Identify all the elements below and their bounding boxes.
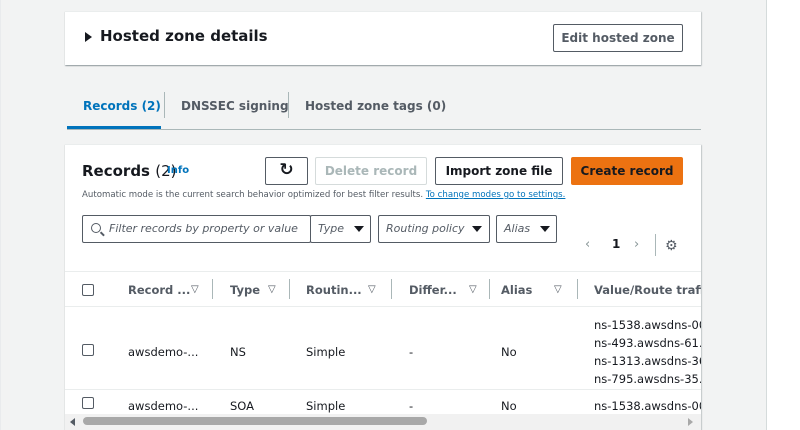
tab-dnssec-signing[interactable]: DNSSEC signing	[181, 88, 289, 128]
value-cell-line: ns-1313.awsdns-36.	[594, 354, 701, 368]
tab-records[interactable]: Records (2)	[83, 88, 161, 128]
tab-divider	[164, 92, 165, 118]
column-header-type[interactable]: Type	[230, 283, 260, 297]
column-header-differentiator[interactable]: Differ...	[409, 283, 457, 297]
column-divider[interactable]	[489, 279, 490, 299]
row-checkbox[interactable]	[82, 344, 94, 356]
caret-down-icon	[472, 226, 482, 232]
row-divider	[65, 389, 701, 390]
refresh-icon: ↻	[279, 160, 294, 180]
search-icon	[91, 223, 101, 233]
next-page-icon[interactable]: ›	[634, 237, 639, 252]
filter-records-input[interactable]: Filter records by property or value	[82, 215, 311, 243]
alias-cell: No	[501, 345, 517, 359]
routing-policy-cell: Simple	[306, 345, 346, 359]
differentiator-cell: -	[409, 345, 414, 359]
search-mode-text: Automatic mode is the current search beh…	[82, 190, 424, 200]
alias-cell: No	[501, 399, 517, 413]
column-divider[interactable]	[289, 279, 290, 299]
record-name-cell[interactable]: awsdemo-...	[128, 345, 198, 359]
table-header-bottom-border	[65, 306, 701, 307]
tab-hosted-zone-tags[interactable]: Hosted zone tags (0)	[305, 88, 446, 128]
expand-caret-icon[interactable]	[85, 32, 92, 42]
value-cell-line: ns-1538.awsdns-00.	[594, 318, 701, 332]
left-divider	[0, 0, 1, 430]
differentiator-cell: -	[409, 399, 414, 413]
value-cell-line: ns-795.awsdns-35.n	[594, 372, 701, 386]
routing-policy-select-label: Routing policy	[386, 222, 465, 235]
sort-icon[interactable]: ▽	[368, 284, 376, 295]
sort-icon[interactable]: ▽	[191, 284, 199, 295]
current-page-number[interactable]: 1	[612, 237, 620, 251]
scrollbar-thumb[interactable]	[83, 417, 427, 425]
column-header-alias[interactable]: Alias	[501, 283, 532, 297]
type-select[interactable]: Type	[310, 215, 371, 243]
refresh-button[interactable]: ↻	[265, 157, 308, 185]
record-type-cell: NS	[230, 345, 246, 359]
column-divider[interactable]	[212, 279, 213, 299]
routing-policy-cell: Simple	[306, 399, 346, 413]
tab-divider	[288, 92, 289, 118]
column-header-record-name[interactable]: Record ...	[128, 283, 190, 297]
previous-page-icon[interactable]: ‹	[585, 237, 590, 252]
scroll-left-icon[interactable]	[70, 418, 75, 426]
select-all-checkbox[interactable]	[82, 284, 94, 296]
search-mode-description: Automatic mode is the current search beh…	[82, 190, 565, 200]
alias-select[interactable]: Alias	[496, 215, 557, 243]
record-type-cell: SOA	[230, 399, 255, 413]
type-select-label: Type	[318, 222, 345, 235]
record-tabs: Records (2) DNSSEC signing Hosted zone t…	[67, 88, 701, 130]
info-link[interactable]: Info	[167, 165, 189, 176]
column-divider[interactable]	[577, 279, 578, 299]
active-tab-indicator	[67, 126, 161, 129]
column-divider[interactable]	[391, 279, 392, 299]
import-zone-file-button[interactable]: Import zone file	[435, 157, 563, 185]
edit-hosted-zone-button[interactable]: Edit hosted zone	[553, 24, 683, 52]
value-cell-line: ns-493.awsdns-61.c	[594, 336, 701, 350]
right-panel	[766, 0, 800, 430]
record-name-cell[interactable]: awsdemo-...	[128, 399, 198, 413]
routing-policy-select[interactable]: Routing policy	[378, 215, 490, 243]
column-header-value[interactable]: Value/Route traffic	[594, 283, 701, 297]
create-record-button[interactable]: Create record	[571, 157, 683, 185]
records-panel: Records (2) Info ↻ Delete record Import …	[65, 144, 701, 430]
gear-icon[interactable]: ⚙	[665, 238, 678, 254]
filter-placeholder: Filter records by property or value	[109, 222, 298, 235]
caret-down-icon	[540, 226, 550, 232]
records-title: Records (2)	[82, 162, 176, 180]
sort-icon[interactable]: ▽	[268, 284, 276, 295]
hosted-zone-details-title[interactable]: Hosted zone details	[100, 27, 268, 45]
table-header-top-border	[65, 271, 701, 272]
delete-record-button[interactable]: Delete record	[315, 157, 427, 185]
sort-icon[interactable]: ▽	[554, 284, 562, 295]
column-header-routing-policy[interactable]: Routin...	[306, 283, 362, 297]
caret-down-icon	[354, 226, 364, 232]
records-title-text: Records	[82, 162, 150, 180]
sort-icon[interactable]: ▽	[469, 284, 477, 295]
hosted-zone-details-panel: Hosted zone details Edit hosted zone	[65, 11, 701, 65]
scroll-right-icon[interactable]	[688, 418, 693, 426]
row-checkbox[interactable]	[82, 397, 94, 409]
pagination-divider	[655, 234, 656, 256]
value-cell-line: ns-1538.awsdns-00.	[594, 399, 701, 413]
change-modes-link[interactable]: To change modes go to settings.	[426, 190, 566, 200]
horizontal-scrollbar[interactable]	[65, 414, 701, 430]
alias-select-label: Alias	[504, 222, 531, 235]
